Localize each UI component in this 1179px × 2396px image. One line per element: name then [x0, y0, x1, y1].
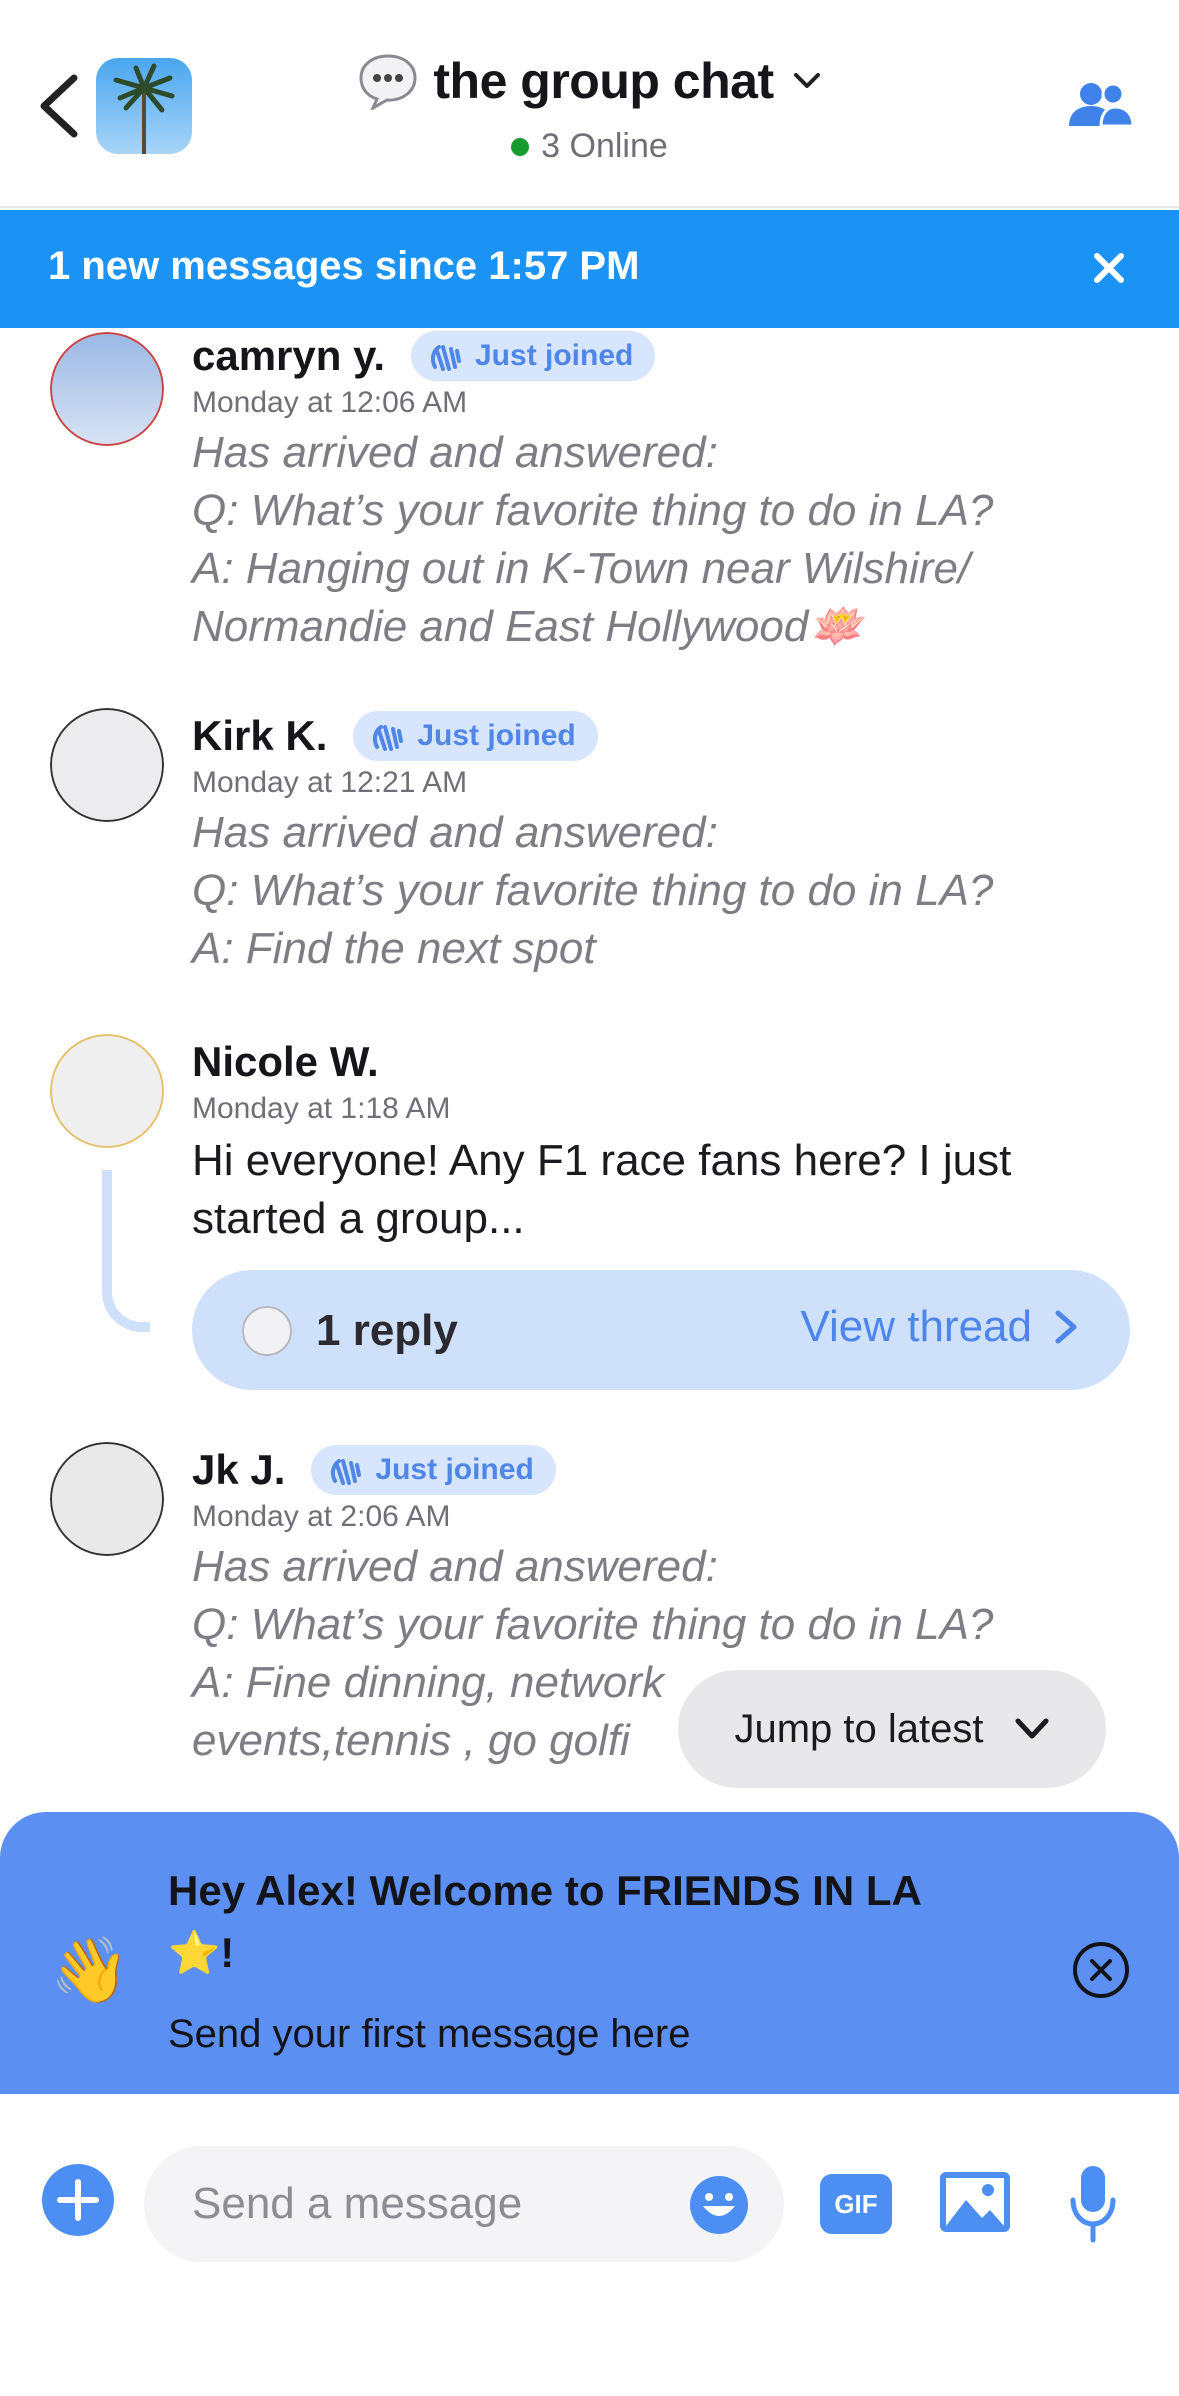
message-timestamp: Monday at 1:18 AM [192, 1092, 451, 1125]
welcome-card: 👋 Hey Alex! Welcome to FRIENDS IN LA ⭐! … [0, 1812, 1179, 2094]
plus-icon [57, 2179, 99, 2221]
chevron-down-icon [1015, 1718, 1048, 1739]
sender-name[interactable]: Jk J. [192, 1446, 285, 1494]
new-messages-banner[interactable]: 1 new messages since 1:57 PM [0, 210, 1179, 328]
microphone-icon[interactable] [1068, 2164, 1118, 2246]
just-joined-badge: Just joined [311, 1445, 556, 1495]
reply-avatar [242, 1306, 292, 1356]
emoji-icon[interactable] [688, 2174, 750, 2236]
welcome-title: Hey Alex! Welcome to FRIENDS IN LA ⭐! [168, 1867, 922, 1976]
close-circle-icon[interactable] [1071, 1940, 1131, 2000]
group-title: the group chat [433, 53, 774, 109]
wave-icon [430, 345, 461, 371]
wave-icon [331, 1459, 362, 1485]
speech-bubble-icon [359, 54, 417, 110]
welcome-subtitle: Send your first message here [168, 2012, 691, 2056]
sender-name[interactable]: Nicole W. [192, 1038, 379, 1086]
waving-hand-icon: 👋 [50, 1934, 130, 2006]
avatar[interactable] [50, 708, 164, 822]
sender-name[interactable]: camryn y. [192, 332, 385, 380]
message-composer: GIF [0, 2094, 1179, 2396]
message-text: Hi everyone! Any F1 race fans here? I ju… [192, 1136, 1012, 1243]
wave-icon [373, 725, 404, 751]
online-count: 3 Online [541, 127, 668, 165]
message-timestamp: Monday at 12:06 AM [192, 386, 468, 419]
avatar[interactable] [50, 1442, 164, 1556]
just-joined-badge: Just joined [411, 331, 656, 381]
just-joined-badge: Just joined [353, 711, 598, 761]
message-timestamp: Monday at 2:06 AM [192, 1500, 451, 1533]
avatar[interactable] [50, 1034, 164, 1148]
message-text: Has arrived and answered: Q: What’s your… [192, 428, 994, 651]
view-thread-button[interactable]: View thread [800, 1302, 1078, 1352]
message-timestamp: Monday at 12:21 AM [192, 766, 468, 799]
sender-name[interactable]: Kirk K. [192, 712, 327, 760]
image-icon[interactable] [938, 2170, 1012, 2234]
avatar[interactable] [50, 332, 164, 446]
online-dot-icon [511, 137, 530, 156]
chevron-down-icon [793, 73, 820, 88]
reply-count: 1 reply [316, 1306, 458, 1355]
chevron-right-icon [1055, 1310, 1077, 1344]
online-status: 3 Online [511, 127, 668, 166]
gif-button[interactable]: GIF [820, 2174, 892, 2234]
thread-preview[interactable]: 1 reply View thread [192, 1270, 1130, 1390]
new-messages-text: 1 new messages since 1:57 PM [48, 244, 640, 288]
members-icon[interactable] [1067, 80, 1135, 130]
chat-header: the group chat 3 Online [0, 0, 1179, 208]
close-icon[interactable] [1089, 248, 1129, 288]
jump-to-latest-button[interactable]: Jump to latest [678, 1670, 1106, 1788]
add-attachment-button[interactable] [42, 2164, 114, 2236]
group-title-button[interactable]: the group chat [357, 52, 821, 110]
message-input-box[interactable] [144, 2146, 784, 2262]
thread-connector [102, 1170, 150, 1332]
message-input[interactable] [192, 2174, 672, 2234]
message-text: Has arrived and answered: Q: What’s your… [192, 808, 994, 973]
